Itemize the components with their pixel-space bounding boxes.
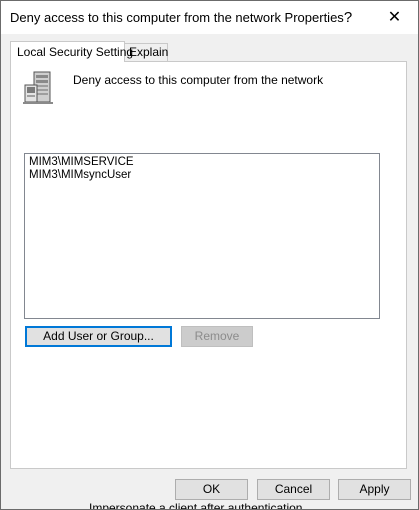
- help-button[interactable]: ?: [325, 1, 371, 34]
- title-bar: Deny access to this computer from the ne…: [1, 1, 418, 34]
- background-policy-text: Impersonate a client after authenticatio…: [89, 501, 303, 510]
- tab-local-security-setting[interactable]: Local Security Setting: [10, 41, 133, 62]
- ok-button[interactable]: OK: [175, 479, 248, 500]
- window-title: Deny access to this computer from the ne…: [10, 10, 344, 25]
- policy-name: Deny access to this computer from the ne…: [73, 73, 324, 87]
- close-button[interactable]: ✕: [371, 1, 418, 34]
- remove-button[interactable]: Remove: [181, 326, 253, 347]
- list-item[interactable]: MIM3\MIMSERVICE: [29, 156, 134, 168]
- list-item[interactable]: MIM3\MIMsyncUser: [29, 169, 131, 181]
- properties-dialog: Deny access to this computer from the ne…: [0, 0, 419, 510]
- apply-button[interactable]: Apply: [338, 479, 411, 500]
- add-user-or-group-button[interactable]: Add User or Group...: [25, 326, 172, 347]
- members-listbox[interactable]: MIM3\MIMSERVICE MIM3\MIMsyncUser: [24, 153, 380, 319]
- server-icon: [23, 71, 53, 104]
- cancel-button[interactable]: Cancel: [257, 479, 330, 500]
